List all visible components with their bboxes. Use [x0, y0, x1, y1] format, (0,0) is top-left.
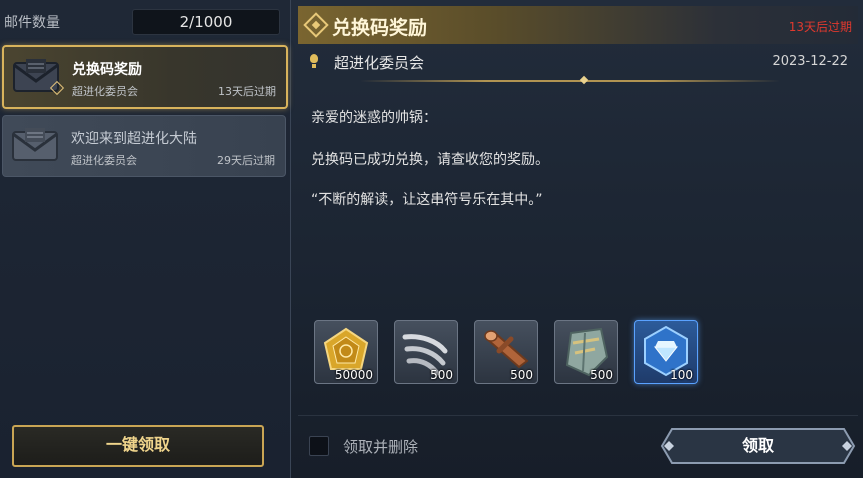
mail-expiry: 13天后过期: [218, 85, 276, 98]
mail-sender: 超进化委员会: [72, 85, 138, 98]
mail-list-panel: 邮件数量 2/1000 兑换码奖励 超进化委员会 13天后过期 欢迎来到超进化大…: [0, 0, 291, 478]
reward-quantity: 50000: [334, 368, 373, 382]
mail-count-row: 邮件数量 2/1000: [0, 6, 290, 35]
mail-body-greeting: 亲爱的迷惑的帅锅：: [311, 110, 437, 126]
reward-quantity: 500: [590, 368, 613, 382]
mail-detail-title: 兑换码奖励: [332, 17, 428, 39]
mail-detail-sender: 超进化委员会: [334, 54, 425, 72]
mail-sender: 超进化委员会: [71, 154, 137, 167]
reward-item-blue-gem[interactable]: 100: [634, 320, 698, 384]
mail-item-redeem-reward[interactable]: 兑换码奖励 超进化委员会 13天后过期: [2, 45, 288, 109]
mail-detail-expiry: 13天后过期: [788, 20, 852, 34]
ornament-divider: [360, 80, 780, 82]
mail-count-label: 邮件数量: [4, 15, 60, 31]
mail-title: 欢迎来到超进化大陆: [71, 131, 197, 147]
reward-item-wood-log[interactable]: 500: [474, 320, 538, 384]
mail-count-value: 2/1000: [132, 9, 280, 35]
claim-button-label: 领取: [741, 436, 774, 455]
reward-item-stone-plate[interactable]: 500: [554, 320, 618, 384]
reward-quantity: 500: [430, 368, 453, 382]
reward-quantity: 100: [670, 368, 693, 382]
mail-detail-date: 2023-12-22: [772, 54, 848, 69]
mail-item-welcome[interactable]: 欢迎来到超进化大陆 超进化委员会 29天后过期: [2, 115, 286, 177]
reward-item-gold-coin[interactable]: 50000: [314, 320, 378, 384]
sender-row: 超进化委员会 2023-12-22: [298, 50, 858, 80]
mail-expiry: 29天后过期: [217, 154, 275, 167]
mail-body-quote: “不断的解读，让这串符号乐在其中。”: [311, 192, 543, 208]
claim-and-delete-label: 领取并删除: [343, 438, 419, 456]
claim-all-button[interactable]: 一键领取: [12, 425, 264, 467]
envelope-icon: [12, 128, 58, 161]
mail-window: 邮件数量 2/1000 兑换码奖励 超进化委员会 13天后过期 欢迎来到超进化大…: [0, 0, 863, 478]
claim-and-delete-checkbox[interactable]: [309, 436, 329, 456]
diamond-icon: [303, 12, 329, 38]
reward-item-claw[interactable]: 500: [394, 320, 458, 384]
bulb-icon: [310, 54, 318, 68]
claim-button[interactable]: 领取: [660, 427, 856, 465]
footer-divider: [298, 415, 858, 416]
mail-detail-header: 兑换码奖励 13天后过期: [298, 6, 858, 44]
mail-title: 兑换码奖励: [72, 62, 142, 78]
mail-body-line: 兑换码已成功兑换，请查收您的奖励。: [311, 152, 549, 168]
reward-list: 50000 500 500 500 100: [314, 320, 714, 384]
reward-quantity: 500: [510, 368, 533, 382]
